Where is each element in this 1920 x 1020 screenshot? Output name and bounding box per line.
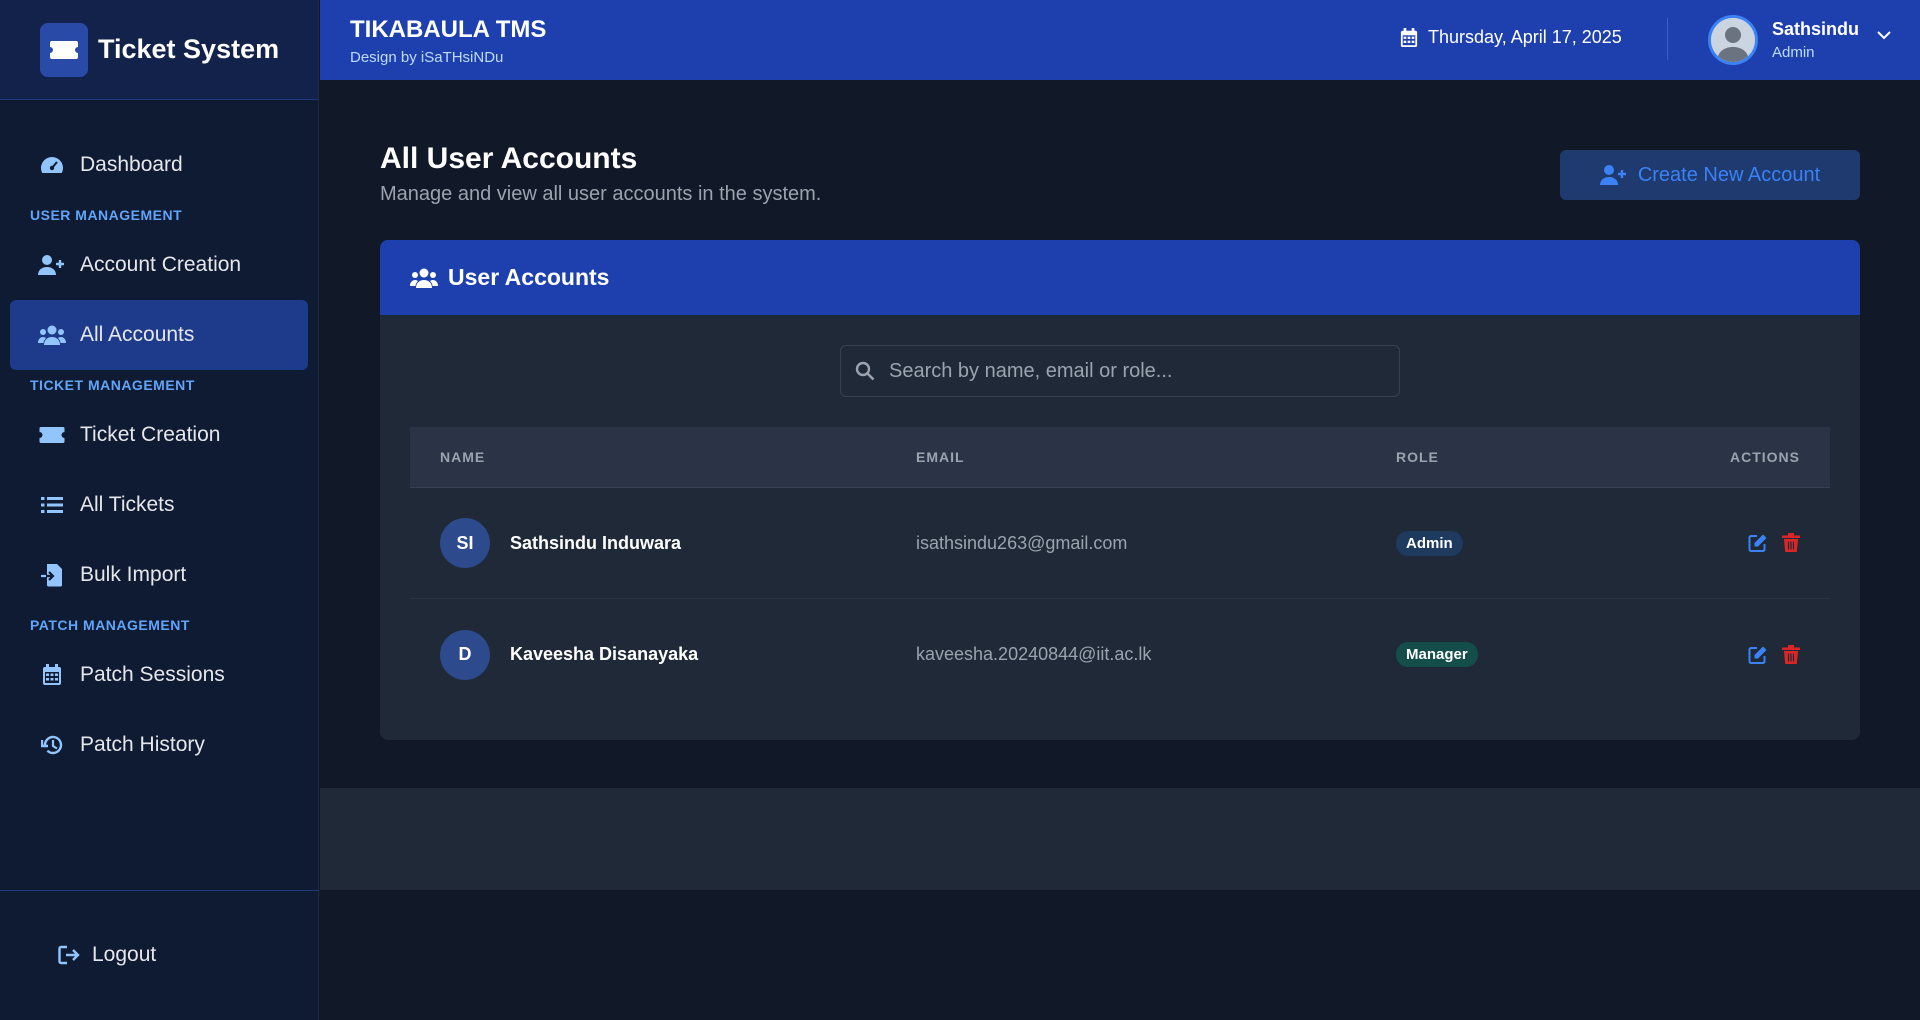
sidebar-item-label: Account Creation	[80, 253, 242, 276]
user-role: Admin	[1772, 44, 1815, 61]
sidebar-item-label: All Tickets	[80, 493, 175, 516]
column-header-role[interactable]: ROLE	[1396, 449, 1696, 465]
calendar-icon	[1400, 27, 1418, 48]
edit-icon[interactable]	[1748, 645, 1768, 665]
section-label-patch-management: PATCH MANAGEMENT	[30, 617, 190, 633]
card-title: User Accounts	[448, 264, 610, 290]
sidebar-nav: Dashboard USER MANAGEMENT Account Creati…	[0, 100, 318, 780]
sidebar-item-label: Patch History	[80, 733, 205, 756]
user-plus-icon	[38, 254, 66, 276]
user-plus-icon	[1599, 164, 1628, 186]
app-subtitle: Design by iSaTHsiNDu	[350, 49, 504, 66]
header-divider	[1667, 18, 1668, 60]
column-header-name[interactable]: NAME	[410, 449, 916, 465]
actions-cell	[1696, 644, 1830, 665]
create-account-label: Create New Account	[1637, 163, 1821, 186]
history-icon	[38, 734, 66, 756]
gauge-icon	[38, 155, 66, 175]
footer	[320, 788, 1920, 890]
sidebar-item-label: All Accounts	[80, 323, 195, 346]
file-import-icon	[38, 563, 66, 587]
sidebar: Ticket System Dashboard USER MANAGEMENT …	[0, 0, 319, 1020]
email-cell: kaveesha.20240844@iit.ac.lk	[916, 644, 1152, 664]
sign-out-icon	[58, 945, 80, 965]
date-text: Thursday, April 17, 2025	[1428, 27, 1622, 47]
page-subtitle: Manage and view all user accounts in the…	[380, 183, 822, 205]
trash-icon[interactable]	[1782, 644, 1800, 665]
card-header: User Accounts	[380, 240, 1860, 315]
role-badge: Manager	[1396, 642, 1478, 667]
column-header-email[interactable]: EMAIL	[916, 449, 1396, 465]
email-cell: isathsindu263@gmail.com	[916, 532, 1128, 553]
brand-title: Ticket System	[98, 34, 280, 64]
edit-icon[interactable]	[1748, 533, 1768, 553]
users-icon	[38, 324, 66, 346]
actions-cell	[1696, 533, 1830, 553]
sidebar-item-all-tickets[interactable]: All Tickets	[10, 470, 308, 540]
user-name: Sathsindu	[1772, 19, 1860, 39]
avatar: SI	[440, 518, 490, 568]
sidebar-item-all-accounts[interactable]: All Accounts	[10, 300, 308, 370]
trash-icon[interactable]	[1782, 533, 1800, 553]
current-date: Thursday, April 17, 2025	[1400, 27, 1622, 48]
users-icon	[410, 267, 438, 289]
avatar: D	[440, 629, 490, 680]
logout-label: Logout	[92, 943, 157, 966]
sidebar-item-bulk-import[interactable]: Bulk Import	[10, 540, 308, 610]
ticket-icon	[40, 22, 88, 77]
search-box	[840, 345, 1400, 397]
logout-button[interactable]: Logout	[58, 943, 156, 967]
avatar[interactable]	[1708, 15, 1758, 65]
chevron-down-icon[interactable]	[1877, 30, 1891, 40]
app-title: TIKABAULA TMS	[350, 16, 547, 43]
sidebar-item-label: Dashboard	[80, 153, 183, 176]
sidebar-brand[interactable]: Ticket System	[0, 0, 318, 100]
user-accounts-card: User Accounts NAME EMAIL ROLE ACTIONS SI…	[380, 240, 1860, 740]
role-badge: Admin	[1396, 530, 1463, 556]
calendar-icon	[38, 664, 66, 686]
sidebar-item-label: Ticket Creation	[80, 423, 221, 446]
table-row[interactable]: SI Sathsindu Induwara isathsindu263@gmai…	[410, 488, 1830, 599]
create-account-button[interactable]: Create New Account	[1560, 150, 1860, 200]
sidebar-item-label: Patch Sessions	[80, 663, 225, 686]
column-header-actions: ACTIONS	[1730, 449, 1800, 465]
ticket-icon	[38, 426, 66, 444]
accounts-table: NAME EMAIL ROLE ACTIONS SI Sathsindu Ind…	[410, 427, 1830, 710]
sidebar-item-label: Bulk Import	[80, 563, 187, 586]
sidebar-item-ticket-creation[interactable]: Ticket Creation	[10, 400, 308, 470]
sidebar-item-dashboard[interactable]: Dashboard	[10, 130, 308, 200]
section-label-ticket-management: TICKET MANAGEMENT	[30, 377, 195, 393]
table-header: NAME EMAIL ROLE ACTIONS	[410, 427, 1830, 488]
search-icon	[855, 361, 875, 381]
section-label-user-management: USER MANAGEMENT	[30, 207, 183, 223]
sidebar-footer: Logout	[0, 890, 319, 1020]
sidebar-item-account-creation[interactable]: Account Creation	[10, 230, 308, 300]
search-input[interactable]	[889, 359, 1369, 383]
user-name: Sathsindu Induwara	[510, 532, 682, 553]
sidebar-item-patch-history[interactable]: Patch History	[10, 710, 308, 780]
table-row[interactable]: D Kaveesha Disanayaka kaveesha.20240844@…	[410, 599, 1830, 710]
name-cell: SI Sathsindu Induwara	[410, 518, 916, 568]
role-cell: Admin	[1396, 530, 1696, 556]
role-cell: Manager	[1396, 642, 1696, 667]
sidebar-item-patch-sessions[interactable]: Patch Sessions	[10, 640, 308, 710]
top-header: TIKABAULA TMS Design by iSaTHsiNDu Thurs…	[320, 0, 1920, 80]
name-cell: D Kaveesha Disanayaka	[410, 629, 916, 680]
list-icon	[38, 495, 66, 515]
user-name: Kaveesha Disanayaka	[510, 644, 699, 664]
page-title: All User Accounts	[380, 142, 638, 175]
